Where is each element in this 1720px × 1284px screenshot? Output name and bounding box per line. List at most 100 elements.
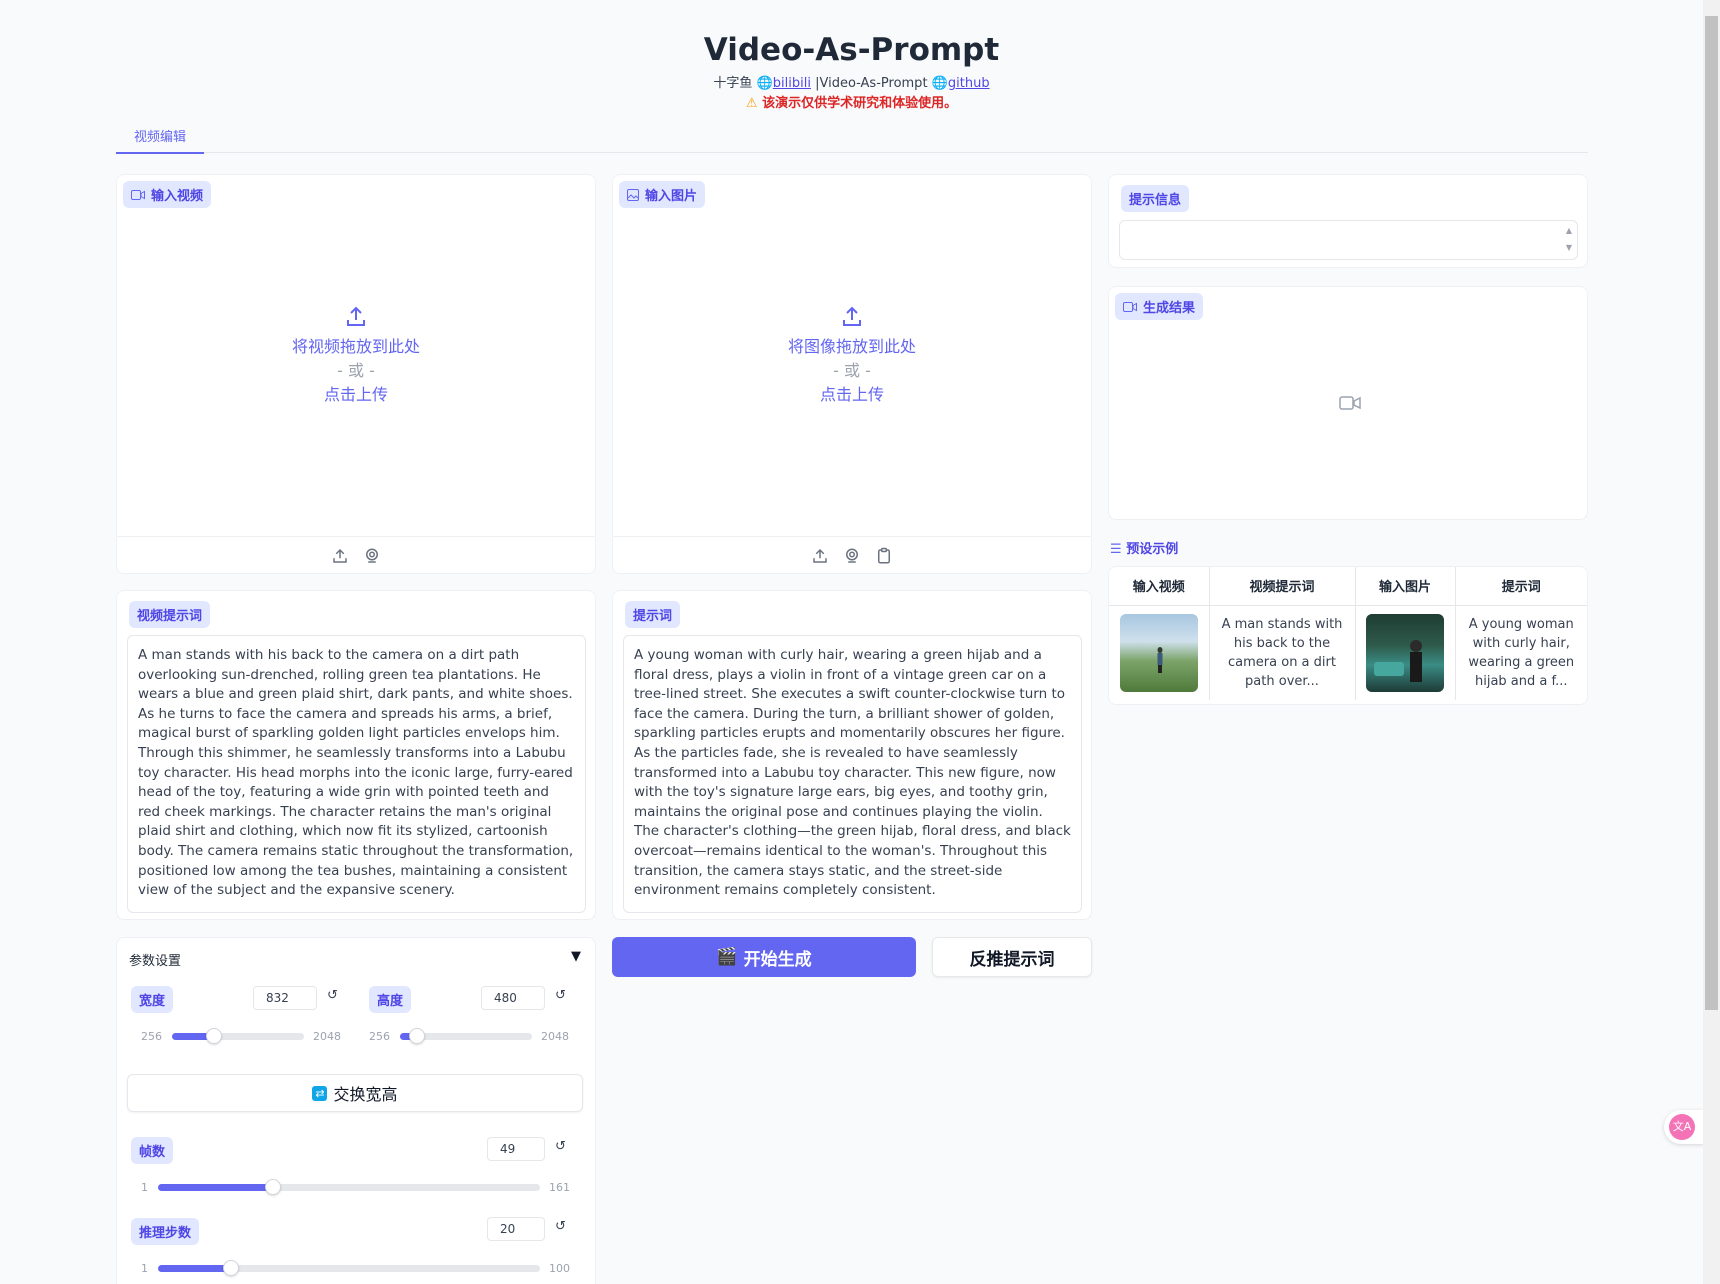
reverse-prompt-button[interactable]: 反推提示词 (932, 937, 1092, 977)
click-upload-text: 点击上传 (819, 385, 884, 404)
height-label: 高度 (369, 986, 412, 1013)
webcam-icon[interactable] (363, 547, 381, 565)
width-input[interactable]: 832 (253, 986, 317, 1010)
drop-text: 将图像拖放到此处 (787, 337, 916, 356)
width-label: 宽度 (131, 986, 174, 1013)
page-scrollbar-thumb[interactable] (1705, 16, 1718, 1010)
translate-icon: 文A (1669, 1114, 1695, 1140)
frames-slider[interactable] (158, 1179, 540, 1195)
video-upload-panel: 输入视频 将视频拖放到此处 - 或 - 点击上传 (116, 174, 596, 574)
swap-icon: ⇄ (312, 1085, 328, 1101)
click-upload-text: 点击上传 (323, 385, 388, 404)
video-placeholder-icon (1339, 396, 1361, 410)
column-header: 提示词 (1455, 567, 1587, 606)
column-header: 输入图片 (1355, 567, 1456, 606)
list-icon: ☰ (1110, 542, 1122, 557)
webcam-icon[interactable] (843, 547, 861, 565)
result-panel: 生成结果 (1108, 286, 1588, 520)
upload-icon (347, 306, 365, 326)
clipboard-icon[interactable] (875, 547, 893, 565)
globe-icon: 🌐 (756, 76, 773, 91)
steps-reset-button[interactable]: ↺ (555, 1219, 566, 1234)
image-source-toolbar (613, 536, 1091, 574)
generate-button[interactable]: 🎬 开始生成 (612, 937, 916, 977)
prompt-textarea[interactable]: A young woman with curly hair, wearing a… (623, 635, 1082, 913)
steps-slider-fill (158, 1265, 232, 1272)
or-text: - 或 - (337, 361, 375, 380)
tab-video-edit[interactable]: 视频编辑 (116, 126, 204, 154)
column-header: 输入视频 (1109, 567, 1210, 606)
video-prompt-textarea[interactable]: A man stands with his back to the camera… (127, 635, 586, 913)
video-prompt-label: 视频提示词 (129, 601, 211, 628)
steps-max: 100 (549, 1262, 570, 1275)
image-input-label: 输入图片 (619, 181, 706, 208)
width-min: 256 (141, 1030, 162, 1043)
info-scroll-arrows[interactable]: ▲ ▼ (1563, 222, 1575, 256)
frames-max: 161 (549, 1181, 570, 1194)
globe-icon: 🌐 (931, 76, 948, 91)
upload-icon (843, 306, 861, 326)
params-title[interactable]: 参数设置 (129, 950, 181, 969)
height-min: 256 (369, 1030, 390, 1043)
upload-icon[interactable] (811, 547, 829, 565)
video-prompt-panel: 视频提示词 A man stands with his back to the … (116, 590, 596, 920)
separator-text: |Video-As-Prompt (815, 76, 928, 91)
violinist-figure-icon (1374, 639, 1422, 682)
height-max: 2048 (541, 1030, 569, 1043)
upload-icon[interactable] (331, 547, 349, 565)
frames-slider-thumb[interactable] (264, 1179, 281, 1195)
height-slider[interactable] (400, 1028, 532, 1044)
example-video-prompt[interactable]: A man stands with his back to the camera… (1209, 605, 1356, 700)
info-panel: 提示信息 ▲ ▼ (1108, 174, 1588, 268)
page-title: Video-As-Prompt (703, 32, 1000, 68)
example-image-thumb[interactable] (1355, 605, 1456, 700)
swap-dimensions-button[interactable]: ⇄ 交换宽高 (127, 1074, 583, 1112)
frames-reset-button[interactable]: ↺ (555, 1139, 566, 1154)
steps-input[interactable]: 20 (487, 1217, 545, 1241)
github-link[interactable]: github (948, 76, 990, 91)
frames-input[interactable]: 49 (487, 1137, 545, 1161)
column-header: 视频提示词 (1209, 567, 1356, 606)
collapse-toggle-icon[interactable]: ▼ (571, 949, 581, 964)
warning-text: ⚠ 该演示仅供学术研究和体验使用。 (745, 96, 958, 111)
steps-slider-thumb[interactable] (223, 1260, 240, 1276)
steps-slider[interactable] (158, 1260, 540, 1276)
steps-min: 1 (141, 1262, 148, 1275)
example-video-thumb[interactable] (1109, 605, 1210, 700)
steps-label: 推理步数 (131, 1218, 200, 1245)
warning-icon: ⚠ (745, 96, 758, 111)
example-row[interactable]: A man stands with his back to the camera… (1109, 605, 1587, 700)
image-icon (627, 188, 639, 201)
image-upload-panel: 输入图片 将图像拖放到此处 - 或 - 点击上传 (612, 174, 1092, 574)
prompt-panel: 提示词 A young woman with curly hair, weari… (612, 590, 1092, 920)
frames-min: 1 (141, 1181, 148, 1194)
person-figure-icon (1157, 646, 1163, 673)
author-name: 十字鱼 (713, 76, 753, 91)
width-reset-button[interactable]: ↺ (327, 988, 338, 1003)
video-icon (131, 189, 145, 200)
height-slider-thumb[interactable] (408, 1028, 425, 1044)
height-reset-button[interactable]: ↺ (555, 988, 566, 1003)
clapperboard-icon: 🎬 (716, 947, 738, 967)
width-slider[interactable] (172, 1028, 304, 1044)
or-text: - 或 - (833, 361, 871, 380)
drop-text: 将视频拖放到此处 (291, 337, 420, 356)
video-icon (1123, 301, 1137, 312)
header-subtitle: 十字鱼 🌐bilibili |Video-As-Prompt 🌐github (0, 72, 1703, 91)
frames-slider-fill (158, 1184, 273, 1191)
examples-table: 输入视频 视频提示词 输入图片 提示词 A man stands with hi… (1108, 566, 1588, 705)
bilibili-link[interactable]: bilibili (773, 76, 811, 91)
image-dropzone[interactable]: 将图像拖放到此处 - 或 - 点击上传 (613, 305, 1091, 407)
result-label: 生成结果 (1115, 293, 1204, 320)
frames-label: 帧数 (131, 1137, 174, 1164)
video-input-label: 输入视频 (123, 181, 212, 208)
video-dropzone[interactable]: 将视频拖放到此处 - 或 - 点击上传 (117, 305, 595, 407)
video-source-toolbar (117, 536, 595, 574)
info-textbox[interactable] (1119, 220, 1578, 260)
example-prompt[interactable]: A young woman with curly hair, wearing a… (1455, 605, 1587, 700)
params-panel: 参数设置 ▼ 宽度 832 ↺ 256 2048 高度 480 ↺ 256 20… (116, 937, 596, 1284)
translate-widget[interactable]: 文A (1664, 1110, 1704, 1144)
width-slider-thumb[interactable] (206, 1028, 223, 1044)
examples-title: ☰ 预设示例 (1110, 542, 1179, 557)
height-input[interactable]: 480 (481, 986, 545, 1010)
